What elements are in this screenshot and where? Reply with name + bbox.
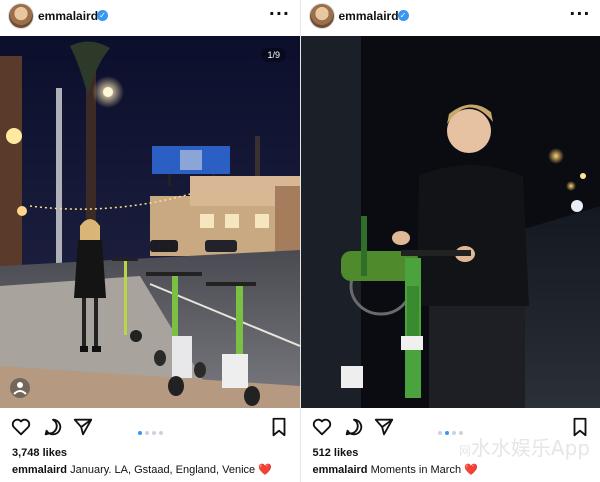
likes-count[interactable]: 3,748 likes [12, 447, 67, 459]
carousel-dot [445, 430, 449, 435]
photo-counter: 1/9 [261, 48, 286, 62]
more-options-icon[interactable]: ··· [569, 4, 590, 23]
carousel-dot [144, 430, 149, 435]
avatar[interactable] [8, 3, 34, 29]
carousel-dot [438, 430, 442, 435]
carousel-dot [158, 430, 163, 435]
watermark-text: 水水娱乐App [470, 436, 590, 460]
caption-username[interactable]: emmalaird [313, 464, 368, 476]
carousel-dot [452, 430, 456, 435]
username[interactable]: emmalaird [38, 9, 98, 23]
caption-text: Moments in March [370, 464, 462, 476]
feed: emmalaird ✓ ··· 1/9 3,748 likes emmalair… [0, 0, 600, 482]
caption-username[interactable]: emmalaird [12, 464, 67, 476]
caption: emmalaird Moments in March ❤️ [313, 463, 478, 476]
username[interactable]: emmalaird [339, 9, 399, 23]
verified-badge-icon: ✓ [97, 10, 108, 21]
avatar[interactable] [308, 3, 335, 29]
post-header: emmalaird ✓ ··· [0, 0, 300, 34]
caption-text: January. LA, Gstaad, England, Venice [70, 464, 256, 476]
night-scooter-photo [300, 36, 600, 408]
caption: emmalaird January. LA, Gstaad, England, … [12, 463, 272, 476]
watermark-prefix: 网 [458, 444, 471, 458]
carousel-dots [0, 424, 300, 442]
street-night-photo [0, 36, 300, 408]
likes-count[interactable]: 512 likes [313, 447, 359, 459]
carousel-dot [137, 430, 142, 435]
verified-badge-icon: ✓ [397, 10, 409, 21]
carousel-dot [151, 430, 156, 435]
post-header: emmalaird ✓ ··· [301, 0, 600, 34]
heart-emoji-icon: ❤️ [258, 463, 272, 476]
heart-emoji-icon: ❤️ [464, 463, 478, 476]
post-photo[interactable] [300, 36, 600, 408]
post-1: emmalaird ✓ ··· 1/9 3,748 likes emmalair… [0, 0, 300, 482]
more-options-icon[interactable]: ··· [269, 4, 290, 23]
watermark: 网水水娱乐App [459, 432, 590, 461]
post-photo[interactable]: 1/9 [0, 36, 300, 408]
post-2: emmalaird ✓ ··· 512 likes emmalaird Mome… [299, 0, 600, 482]
